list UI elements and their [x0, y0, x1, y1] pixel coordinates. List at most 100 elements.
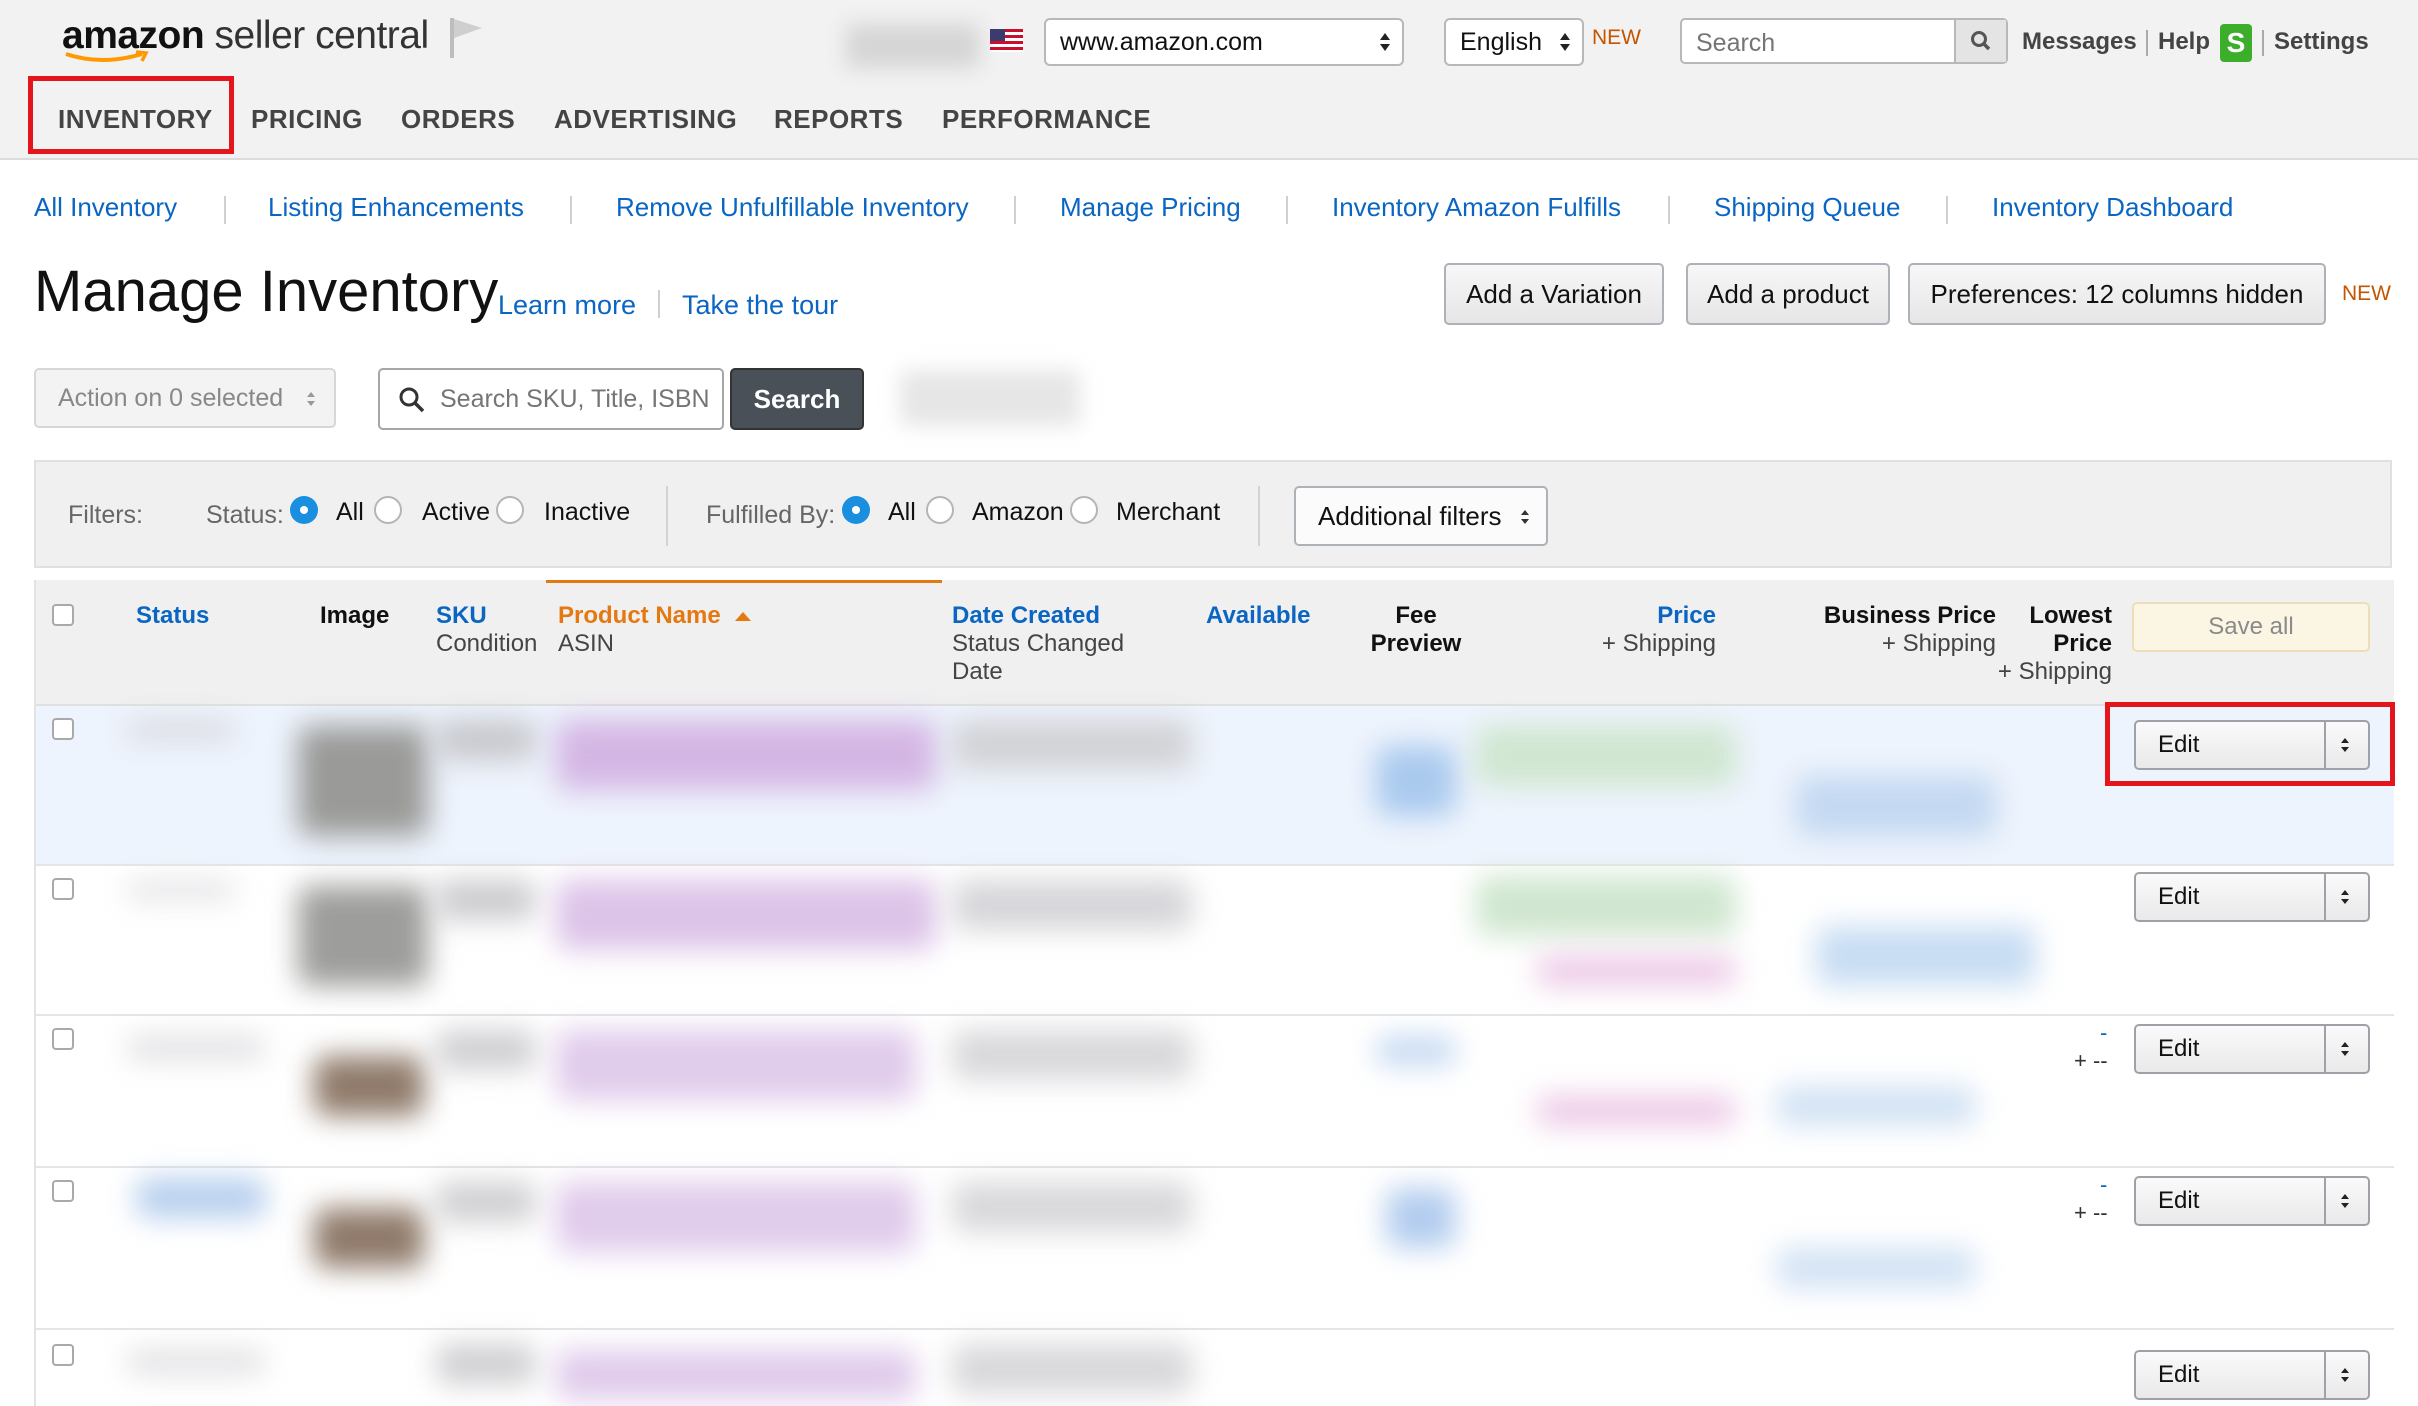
status-inactive-label[interactable]: Inactive	[544, 498, 630, 527]
fulfilled-amazon-radio[interactable]	[926, 496, 954, 524]
language-select[interactable]: English	[1444, 18, 1584, 66]
redacted-status	[126, 720, 236, 740]
table-row: - + -- Edit	[36, 1016, 2394, 1168]
status-active-radio[interactable]	[374, 496, 402, 524]
status-all-label[interactable]: All	[336, 498, 364, 527]
status-all-radio[interactable]	[290, 496, 318, 524]
subnav-manage-pricing[interactable]: Manage Pricing	[1060, 192, 1241, 223]
nav-pricing[interactable]: PRICING	[251, 104, 363, 135]
updown-arrows-icon	[307, 392, 315, 406]
account-name-redacted	[846, 24, 980, 68]
help-link[interactable]: Help	[2158, 28, 2210, 56]
fulfilled-by-label: Fulfilled By:	[706, 501, 836, 529]
select-all-checkbox[interactable]	[52, 604, 74, 626]
col-date-created[interactable]: Date Created Status Changed Date	[952, 602, 1124, 686]
subnav-divider	[1668, 196, 1670, 224]
nav-reports[interactable]: REPORTS	[774, 104, 903, 135]
sku-search-button[interactable]: Search	[730, 368, 864, 430]
lowest-price-shipping: + --	[2074, 1048, 2108, 1073]
redacted-business-price	[1536, 956, 1736, 986]
col-sku[interactable]: SKU Condition	[436, 602, 537, 658]
edit-button[interactable]: Edit	[2134, 872, 2370, 922]
messages-link[interactable]: Messages	[2022, 28, 2137, 56]
product-image-redacted	[298, 886, 428, 986]
help-badge-icon[interactable]: S	[2220, 24, 2252, 62]
filters-label: Filters:	[68, 501, 143, 529]
col-lowest-price: Lowest Price + Shipping	[1997, 602, 2112, 685]
take-the-tour-link[interactable]: Take the tour	[682, 290, 838, 321]
global-search-input[interactable]	[1694, 28, 1938, 59]
redacted-sku	[436, 720, 536, 760]
col-available[interactable]: Available	[1206, 602, 1311, 630]
table-row: Edit	[36, 1330, 2394, 1406]
header-divider	[2146, 30, 2148, 56]
redacted-price	[1536, 1096, 1736, 1126]
redacted-fee	[1386, 1188, 1456, 1248]
fulfilled-amazon-label[interactable]: Amazon	[972, 498, 1064, 527]
redacted-product-name	[556, 1182, 916, 1252]
subnav-listing-enhancements[interactable]: Listing Enhancements	[268, 192, 524, 223]
subnav-all-inventory[interactable]: All Inventory	[34, 192, 177, 223]
redacted-product-name	[556, 720, 936, 790]
title-divider	[658, 290, 660, 318]
redacted-date	[952, 1030, 1192, 1080]
lowest-price-value[interactable]: -	[2100, 1172, 2107, 1198]
row-checkbox[interactable]	[52, 1344, 74, 1366]
subnav-divider	[224, 196, 226, 224]
nav-performance[interactable]: PERFORMANCE	[942, 104, 1151, 135]
redacted-product-name	[556, 1350, 916, 1400]
sku-search-field	[378, 368, 724, 430]
fulfilled-all-radio[interactable]	[842, 496, 870, 524]
nav-orders[interactable]: ORDERS	[401, 104, 515, 135]
subnav-divider	[1014, 196, 1016, 224]
updown-arrows-icon	[1380, 33, 1390, 51]
additional-filters-button[interactable]: Additional filters	[1294, 486, 1548, 546]
updown-arrows-icon	[2341, 1194, 2349, 1208]
add-product-button[interactable]: Add a product	[1686, 263, 1890, 325]
filter-divider	[666, 486, 668, 546]
subnav-inventory-amazon-fulfills[interactable]: Inventory Amazon Fulfills	[1332, 192, 1621, 223]
row-checkbox[interactable]	[52, 1180, 74, 1202]
row-checkbox[interactable]	[52, 718, 74, 740]
save-all-button[interactable]: Save all	[2132, 602, 2370, 652]
global-search-button[interactable]	[1954, 20, 2006, 62]
fulfilled-merchant-radio[interactable]	[1070, 496, 1098, 524]
edit-button[interactable]: Edit	[2134, 1176, 2370, 1226]
updown-arrows-icon	[1560, 33, 1570, 51]
settings-link[interactable]: Settings	[2274, 28, 2369, 56]
product-image-redacted	[298, 726, 428, 836]
amazon-smile-icon	[65, 50, 149, 62]
flag-icon[interactable]	[446, 16, 486, 60]
col-product-name[interactable]: Product Name ASIN	[558, 602, 753, 658]
lowest-price-value[interactable]: -	[2100, 1020, 2107, 1046]
fulfilled-all-label[interactable]: All	[888, 498, 916, 527]
edit-button[interactable]: Edit	[2134, 1024, 2370, 1074]
preferences-button[interactable]: Preferences: 12 columns hidden	[1908, 263, 2326, 325]
edit-button[interactable]: Edit	[2134, 1350, 2370, 1400]
status-active-label[interactable]: Active	[422, 498, 490, 527]
redacted-fee	[1376, 746, 1456, 816]
status-inactive-radio[interactable]	[496, 496, 524, 524]
language-new-badge: NEW	[1592, 26, 1641, 49]
subnav-remove-unfulfillable[interactable]: Remove Unfulfillable Inventory	[616, 192, 969, 223]
filter-divider	[1258, 486, 1260, 546]
add-variation-button[interactable]: Add a Variation	[1444, 263, 1664, 325]
marketplace-select[interactable]: www.amazon.com	[1044, 18, 1404, 66]
sku-search-input[interactable]	[438, 384, 712, 415]
learn-more-link[interactable]: Learn more	[498, 290, 636, 321]
nav-advertising[interactable]: ADVERTISING	[554, 104, 737, 135]
row-checkbox[interactable]	[52, 1028, 74, 1050]
subnav-inventory-dashboard[interactable]: Inventory Dashboard	[1992, 192, 2233, 223]
preferences-new-badge: NEW	[2342, 282, 2391, 305]
subnav-shipping-queue[interactable]: Shipping Queue	[1714, 192, 1900, 223]
redacted-status	[126, 880, 236, 900]
fulfilled-merchant-label[interactable]: Merchant	[1116, 498, 1220, 527]
col-business-price: Business Price + Shipping	[1823, 602, 1996, 657]
col-status[interactable]: Status	[136, 602, 209, 630]
table-row: Edit	[36, 706, 2394, 866]
bulk-action-select[interactable]: Action on 0 selected	[34, 368, 336, 428]
inventory-table: Status Image SKU Condition Product Name …	[34, 580, 2394, 1406]
row-checkbox[interactable]	[52, 878, 74, 900]
updown-arrows-icon	[1521, 510, 1529, 524]
col-price[interactable]: Price + Shipping	[1576, 602, 1716, 658]
